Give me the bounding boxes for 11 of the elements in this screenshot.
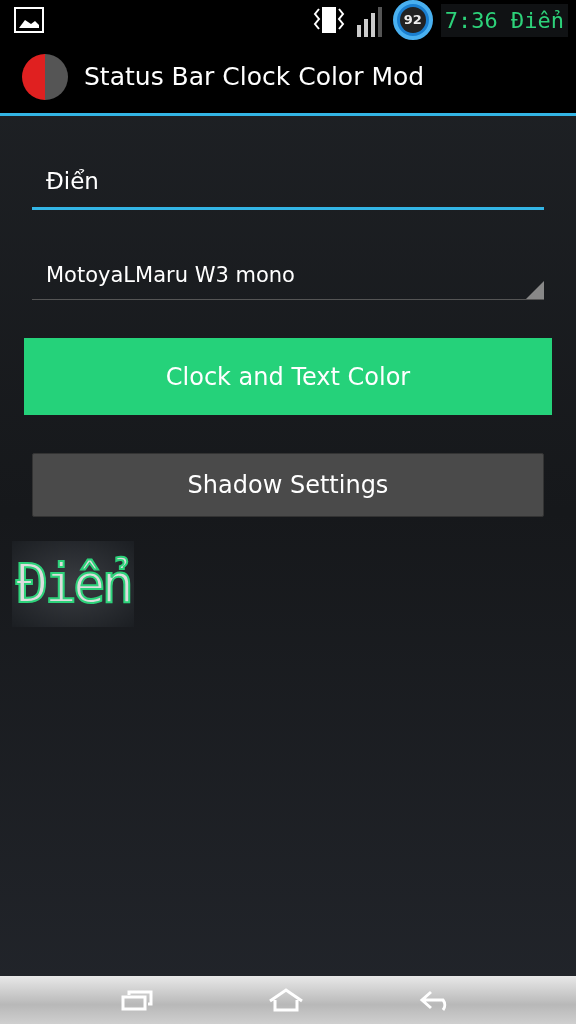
status-clock: 7:36 Điển	[440, 3, 568, 37]
shadow-settings-button[interactable]: Shadow Settings	[32, 453, 544, 517]
home-icon[interactable]	[268, 988, 304, 1012]
recent-apps-icon[interactable]	[121, 989, 153, 1011]
app-title: Status Bar Clock Color Mod	[84, 60, 425, 93]
image-notification-icon	[14, 7, 44, 33]
clock-preview-text: Điển	[12, 541, 135, 628]
font-dropdown[interactable]: MotoyaLMaru W3 mono	[32, 251, 544, 300]
text-input-field[interactable]: Điển	[32, 156, 544, 210]
app-logo-icon	[22, 53, 68, 100]
battery-icon: 92	[392, 0, 433, 40]
